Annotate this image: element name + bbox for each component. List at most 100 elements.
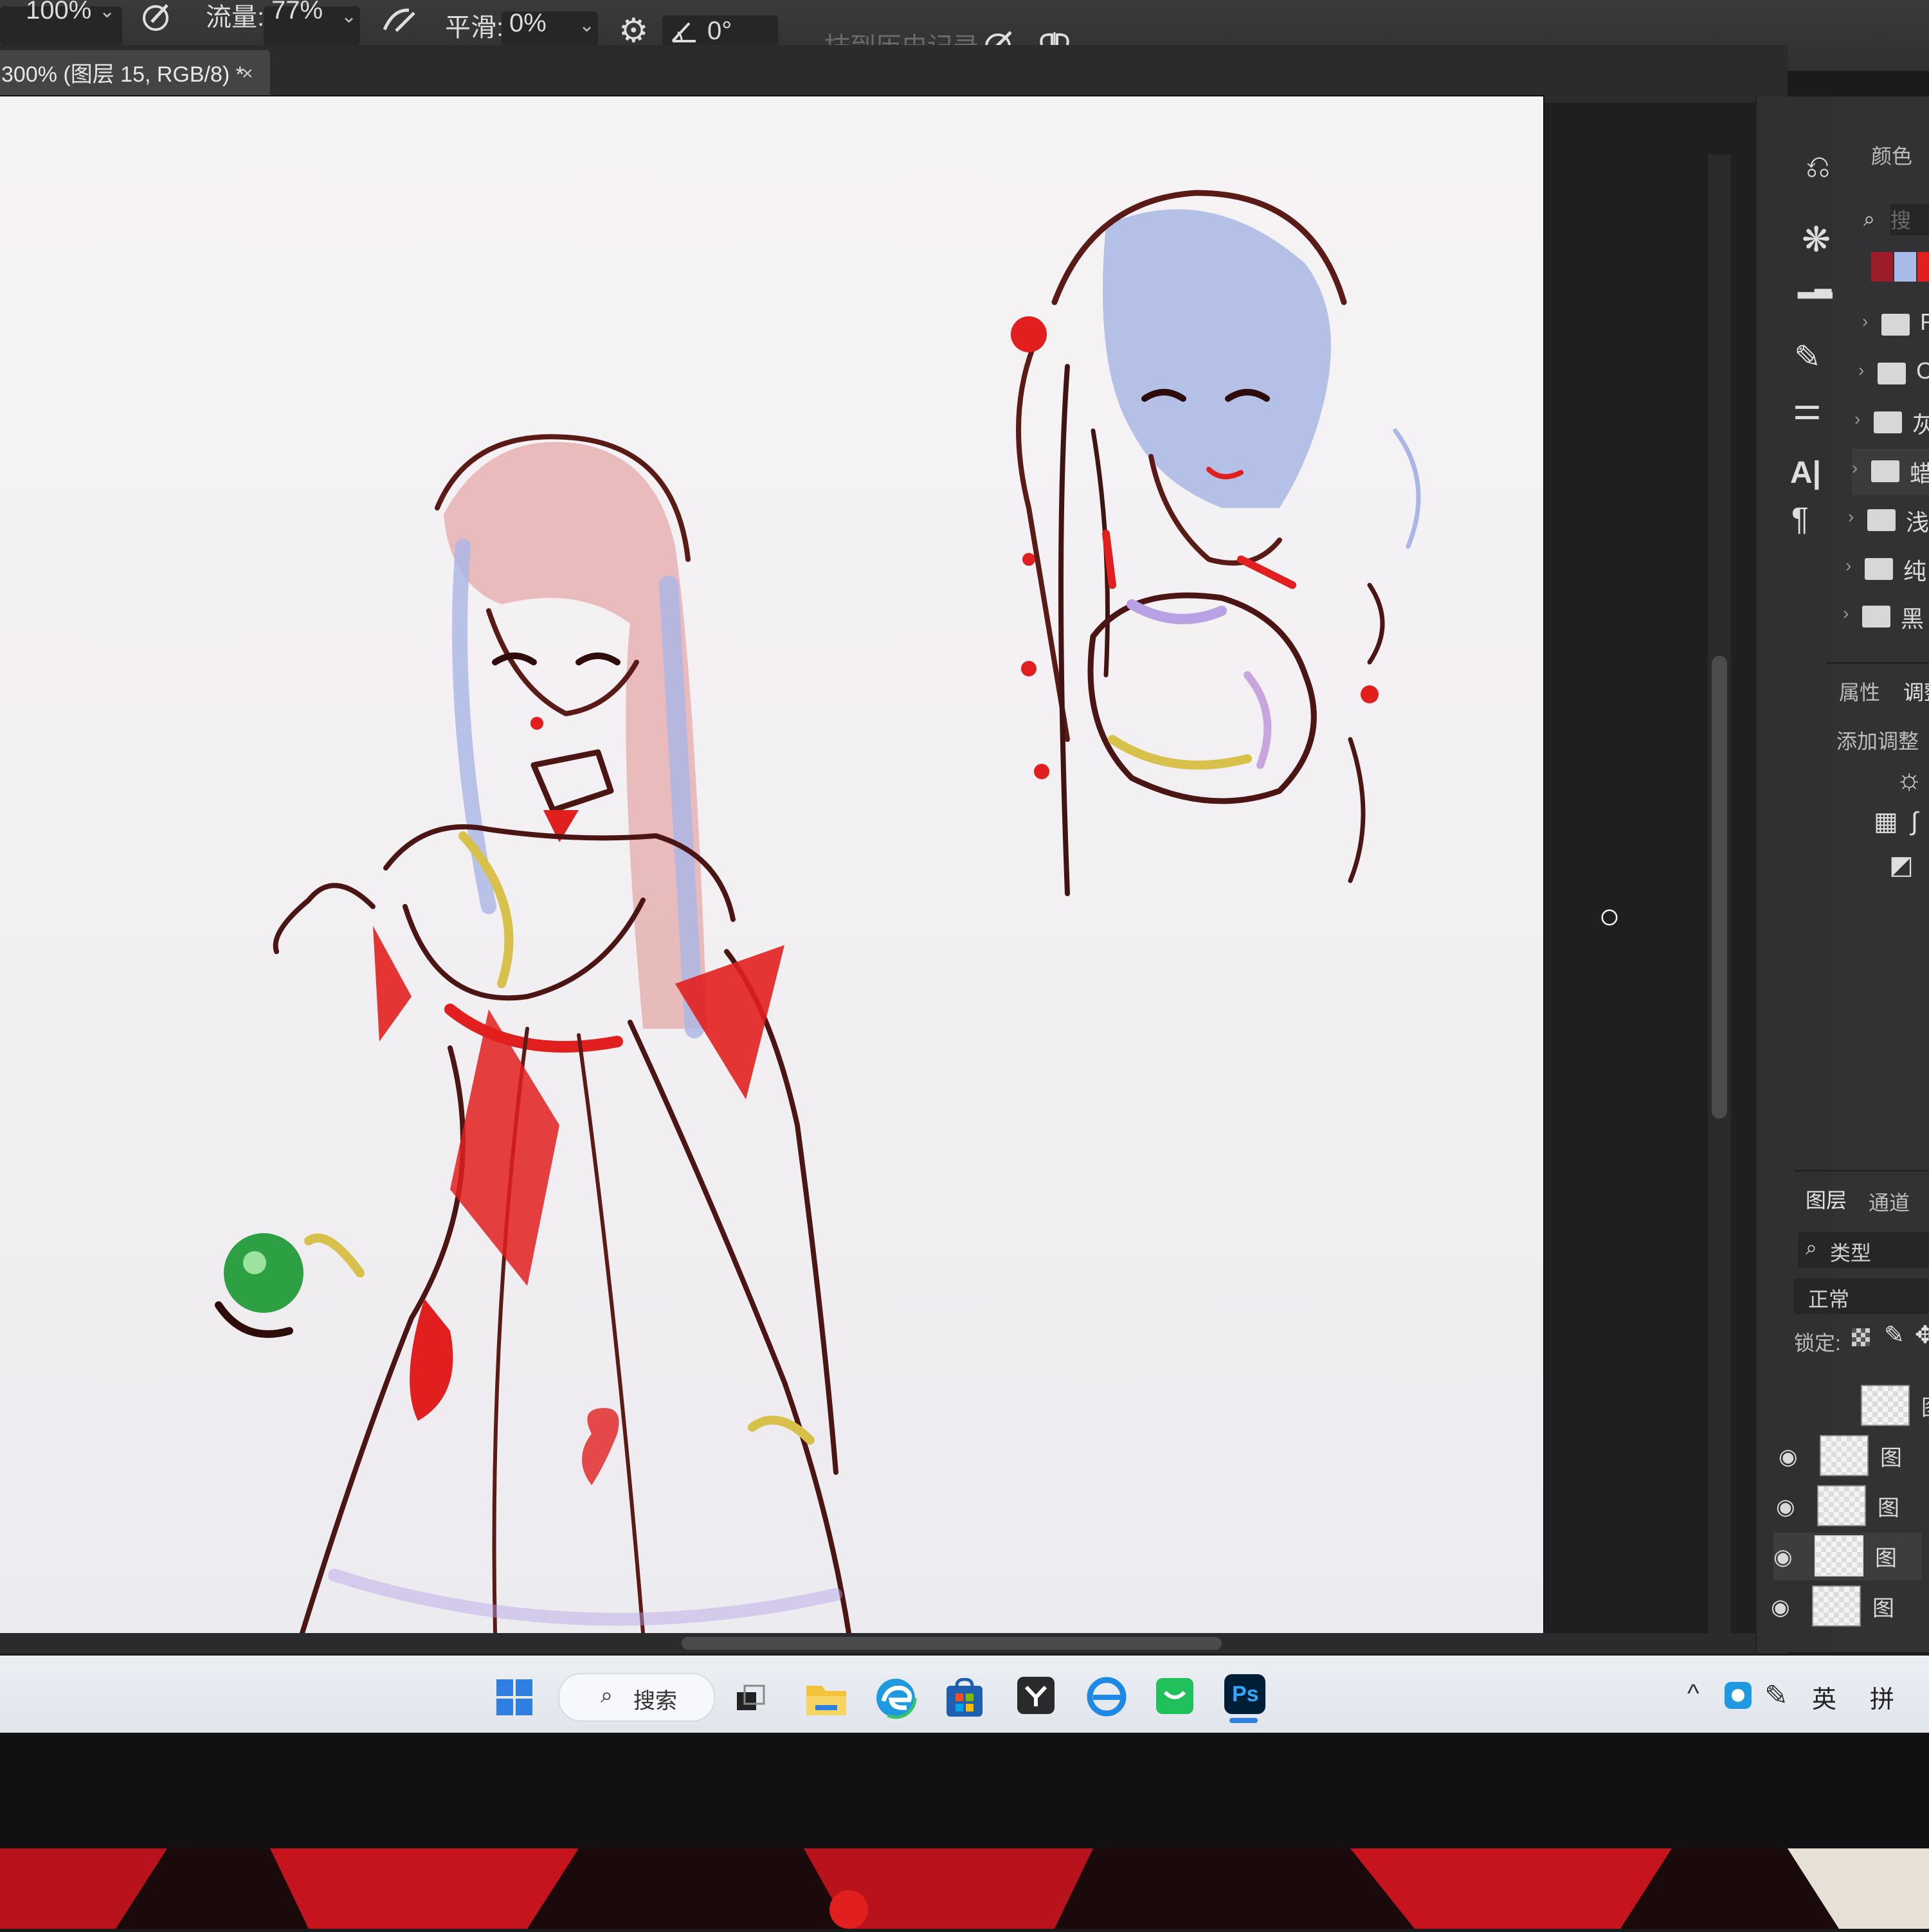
swatch-folder-label: R <box>1920 309 1929 335</box>
terminal-app-icon[interactable] <box>1016 1675 1056 1719</box>
layer-thumbnail <box>1861 1385 1910 1426</box>
folder-icon <box>1871 460 1899 482</box>
swatch-folder-5[interactable]: › 浅 <box>1848 498 1929 544</box>
eye-icon[interactable]: ◉ <box>1773 1544 1793 1570</box>
horizontal-scrollbar-thumb[interactable] <box>682 1637 1222 1650</box>
layer-row[interactable]: ◉ 图 <box>1779 1432 1926 1480</box>
pressure-opacity-icon[interactable] <box>140 0 174 39</box>
exposure-icon[interactable]: ◩ <box>1889 853 1914 878</box>
layer-row[interactable]: 图 <box>1820 1382 1929 1430</box>
swatch-folder-label: C <box>1916 357 1929 384</box>
curves-icon[interactable]: ∫ <box>1911 809 1918 835</box>
swatch-folder-4[interactable]: › 蜡 <box>1852 449 1929 495</box>
file-explorer-icon[interactable] <box>805 1679 847 1720</box>
swatch-folder-label: 纯 <box>1903 558 1927 584</box>
chevron-right-icon[interactable]: › <box>1858 360 1864 381</box>
layer-row-selected[interactable]: ◉ 图 <box>1773 1533 1921 1580</box>
ms-store-icon[interactable] <box>945 1677 984 1721</box>
layer-row[interactable]: ◉ 图 <box>1771 1583 1919 1630</box>
chevron-right-icon[interactable]: › <box>1848 507 1854 527</box>
swatch-folder-3[interactable]: › 灰 <box>1854 400 1929 446</box>
layers-tab[interactable]: 图层 <box>1806 1184 1847 1214</box>
adjustments-tab[interactable]: 调整 <box>1903 676 1929 706</box>
tray-expand-icon[interactable]: ^ <box>1687 1679 1699 1708</box>
monitor-bezel <box>0 1733 1929 1848</box>
layer-name: 图 <box>1875 1546 1897 1571</box>
search-icon: ⌕ <box>601 1683 613 1708</box>
chevron-right-icon[interactable]: › <box>1854 409 1860 429</box>
paragraph-icon[interactable]: ¶ <box>1791 503 1809 535</box>
wechat-icon[interactable] <box>1155 1677 1195 1719</box>
adjust-sliders-icon[interactable]: ⚌ <box>1793 392 1822 424</box>
add-adjustment-label: 添加调整 <box>1836 730 1919 753</box>
layer-row[interactable]: ◉ 图 <box>1776 1483 1924 1530</box>
chevron-right-icon[interactable]: › <box>1852 458 1858 478</box>
photoshop-label: Ps <box>1232 1682 1259 1706</box>
lock-move-icon[interactable]: ✥ <box>1915 1323 1929 1348</box>
swatch-folder-2[interactable]: › C <box>1858 351 1929 397</box>
close-icon[interactable]: × <box>242 63 253 85</box>
layer-name: 图 <box>1872 1596 1894 1621</box>
levels-icon[interactable]: ▦ <box>1874 809 1898 835</box>
layer-name: 图 <box>1878 1496 1899 1521</box>
windows-start-icon[interactable] <box>495 1678 534 1720</box>
swatch-red[interactable] <box>1917 252 1929 282</box>
chevron-right-icon[interactable]: › <box>1843 603 1849 624</box>
swatch-folder-6[interactable]: › 纯 <box>1845 546 1929 593</box>
taskbar-search-label: 搜索 <box>633 1689 677 1713</box>
search-icon: ⌕ <box>1806 1236 1817 1259</box>
swatch-folder-7[interactable]: › 黑 <box>1843 594 1929 640</box>
gear-icon[interactable]: ⚙ <box>619 14 649 48</box>
task-view-icon[interactable] <box>734 1683 766 1713</box>
document-tab-title[interactable]: 300% (图层 15, RGB/8) * <box>1 57 244 88</box>
brush-settings-icon[interactable]: ❋ <box>1802 222 1831 257</box>
edge-browser-icon[interactable] <box>874 1677 917 1722</box>
flow-value[interactable]: 77% <box>271 0 323 25</box>
layer-thumbnail <box>1815 1535 1863 1576</box>
eye-icon[interactable]: ◉ <box>1771 1594 1790 1620</box>
pen-tray-icon[interactable]: ✎ <box>1764 1679 1788 1712</box>
swatch-folder-label: 灰 <box>1912 411 1929 438</box>
ime-mode-indicator[interactable]: 拼 <box>1870 1679 1894 1715</box>
flow-chevron-icon[interactable]: ⌄ <box>341 5 357 28</box>
layer-filter-field[interactable]: ⌕ 类型 <box>1798 1232 1929 1268</box>
swatch-light-blue[interactable] <box>1894 252 1916 282</box>
layer-name: 图 <box>1880 1446 1902 1470</box>
opacity-value[interactable]: 100% <box>26 0 91 25</box>
properties-tab[interactable]: 属性 <box>1839 676 1880 706</box>
angle-icon <box>670 19 698 48</box>
smoothing-chevron-icon[interactable]: ⌄ <box>579 14 595 37</box>
vertical-scrollbar-thumb[interactable] <box>1712 656 1727 1119</box>
chevron-right-icon[interactable]: › <box>1845 555 1851 576</box>
airbrush-icon[interactable] <box>381 4 418 43</box>
drawing-canvas[interactable] <box>0 96 1617 1636</box>
opacity-chevron-icon[interactable]: ⌄ <box>99 0 115 23</box>
layer-thumbnail <box>1817 1485 1866 1526</box>
folder-icon <box>1874 411 1902 433</box>
eye-icon[interactable]: ◉ <box>1776 1494 1795 1520</box>
smoothing-label: 平滑: <box>445 14 504 42</box>
tray-app-icon[interactable] <box>1723 1681 1753 1713</box>
lock-paint-icon[interactable]: ✎ <box>1884 1323 1905 1348</box>
swatch-dark-red[interactable] <box>1871 252 1893 282</box>
sketch-character-right <box>1011 190 1421 896</box>
lock-label: 锁定: <box>1794 1332 1841 1355</box>
eye-icon[interactable]: ◉ <box>1779 1444 1798 1470</box>
channels-tab[interactable]: 通道 <box>1869 1187 1910 1216</box>
brightness-icon[interactable]: ☼ <box>1896 764 1923 793</box>
blend-mode-select[interactable]: 正常 <box>1794 1278 1929 1314</box>
chevron-right-icon[interactable]: › <box>1862 311 1868 332</box>
ime-language-indicator[interactable]: 英 <box>1812 1679 1836 1715</box>
photoshop-taskbar-icon[interactable]: Ps <box>1222 1673 1268 1718</box>
panel-divider <box>1794 1170 1929 1171</box>
color-tab[interactable]: 颜色 <box>1871 140 1912 170</box>
history-icon[interactable]: ⎌ <box>1806 152 1830 183</box>
swatch-folder-1[interactable]: › R <box>1862 302 1929 348</box>
ie-browser-icon[interactable] <box>1085 1675 1128 1721</box>
swatch-search-field[interactable]: 搜索 <box>1890 204 1929 235</box>
lock-transparent-icon[interactable] <box>1852 1328 1870 1346</box>
smoothing-value[interactable]: 0% <box>509 9 547 38</box>
angle-value[interactable]: 0° <box>707 17 732 46</box>
character-panel-icon[interactable]: A| <box>1790 455 1821 491</box>
brushes-panel-icon[interactable]: ✎ <box>1794 341 1821 373</box>
